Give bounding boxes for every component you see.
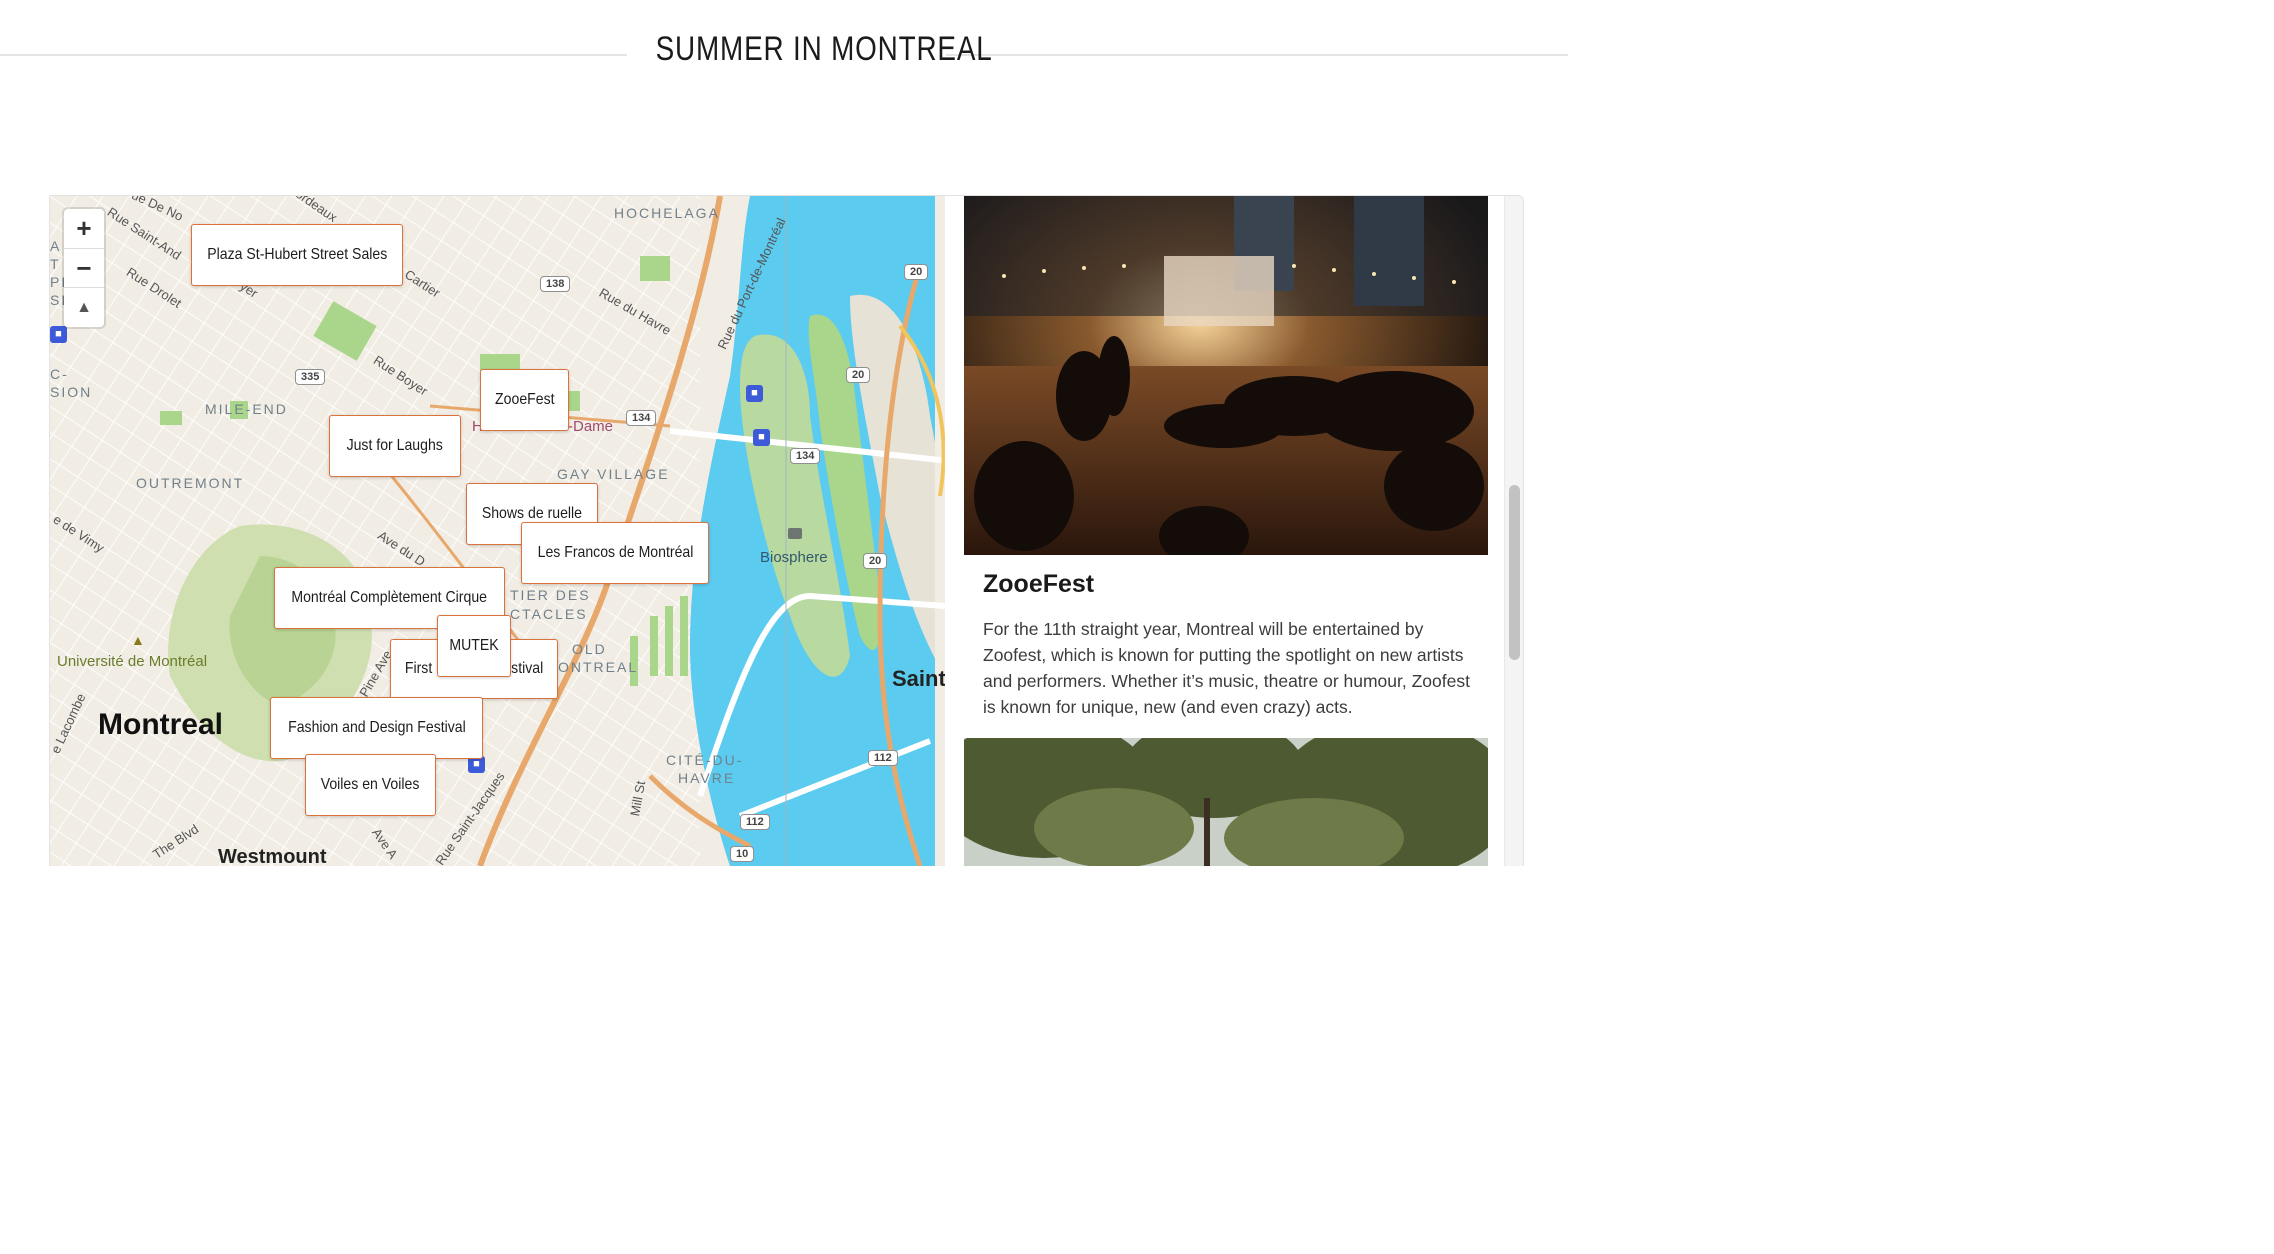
map-panel: HOCHELAGA MILE-END OUTREMONT GAY VILLAGE… [49, 195, 1524, 866]
city-label-westmount: Westmount [218, 846, 327, 866]
route-shield: 335 [295, 369, 326, 385]
marker-label: Just for Laughs [346, 437, 444, 454]
area-label-havre: HAVRE [678, 770, 736, 786]
marker-label: Montréal Complètement Cirque [291, 589, 488, 606]
route-shield: 134 [626, 410, 657, 426]
area-label-gay-village: GAY VILLAGE [557, 466, 670, 482]
area-label-a: A [50, 238, 62, 254]
marker-just-for-laughs[interactable]: Just for Laughs [329, 415, 461, 477]
event-photo-next-art [964, 738, 1488, 866]
transit-icon: ■ [746, 385, 763, 402]
marker-label: Plaza St-Hubert Street Sales [206, 246, 387, 263]
marker-zooefest[interactable]: ZooeFest [480, 369, 569, 431]
area-label-c: C- [50, 366, 69, 382]
route-shield: 10 [730, 846, 755, 862]
event-photo [964, 196, 1488, 555]
scrollbar-thumb[interactable] [1509, 485, 1520, 660]
marker-les-francos[interactable]: Les Francos de Montréal [521, 522, 709, 584]
poi-biosphere: Biosphere [760, 549, 828, 566]
transit-icon: ■ [50, 326, 67, 343]
area-label-hochelaga: HOCHELAGA [614, 205, 720, 221]
marker-mutek[interactable]: MUTEK [437, 615, 511, 677]
area-label-outremont: OUTREMONT [136, 475, 245, 491]
map[interactable]: HOCHELAGA MILE-END OUTREMONT GAY VILLAGE… [50, 196, 945, 866]
route-shield: 20 [863, 553, 888, 569]
event-title: ZooeFest [983, 570, 1095, 598]
marker-voiles-en-voiles[interactable]: Voiles en Voiles [305, 754, 436, 816]
marker-label: First [404, 660, 433, 677]
area-label-sion: SION [50, 384, 93, 400]
poi-universite: Université de Montréal [57, 653, 208, 670]
event-description: For the 11th straight year, Montreal wil… [983, 619, 1470, 717]
graduation-cap-icon: ▲ [131, 632, 145, 648]
route-shield: 20 [904, 264, 929, 280]
marker-label: Les Francos de Montréal [537, 544, 693, 561]
route-shield: 138 [540, 276, 571, 292]
poi-notre-dame: -Dame [568, 418, 614, 435]
area-label-mile-end: MILE-END [205, 401, 288, 417]
page-title: SUMMER IN MONTREAL [655, 30, 993, 68]
zoom-out-button[interactable]: − [64, 248, 104, 288]
marker-fashion-design[interactable]: Fashion and Design Festival [270, 697, 483, 759]
zoom-in-button[interactable]: + [64, 209, 104, 248]
city-label-saint: Saint [892, 666, 945, 691]
event-photo-art [964, 196, 1488, 555]
area-label-t: T [50, 256, 61, 272]
event-photo-next [964, 738, 1488, 866]
event-sidebar[interactable]: ZooeFest For the 11th straight year, Mon… [945, 196, 1523, 866]
marker-label: ZooeFest [494, 391, 555, 408]
camera-icon [788, 528, 802, 539]
compass-button[interactable]: ▲ [64, 287, 104, 327]
marker-label: Voiles en Voiles [321, 776, 420, 793]
area-label-old: OLD [572, 641, 607, 657]
transit-icon: ■ [753, 429, 770, 446]
title-rule-right [946, 54, 1568, 56]
area-label-cite: CITÉ-DU- [666, 752, 744, 768]
route-shield: 134 [790, 448, 821, 464]
marker-label: stival [510, 660, 543, 677]
route-shield: 112 [740, 814, 770, 830]
marker-label: MUTEK [449, 637, 499, 654]
area-label-spectacles: CTACLES [510, 606, 588, 622]
map-zoom-controls: + − ▲ [64, 209, 104, 327]
route-shield: 20 [846, 367, 871, 383]
route-shield: 112 [868, 750, 898, 766]
sidebar-scrollbar[interactable] [1504, 196, 1523, 866]
area-label-montreal: ONTREAL [558, 659, 639, 675]
city-label-montreal: Montreal [98, 708, 224, 741]
marker-label: Fashion and Design Festival [287, 719, 466, 736]
marker-plaza-st-hubert[interactable]: Plaza St-Hubert Street Sales [191, 224, 403, 286]
marker-label: Shows de ruelle [481, 505, 583, 522]
area-label-quartier: TIER DES [510, 587, 591, 603]
title-rule-left [0, 54, 627, 56]
